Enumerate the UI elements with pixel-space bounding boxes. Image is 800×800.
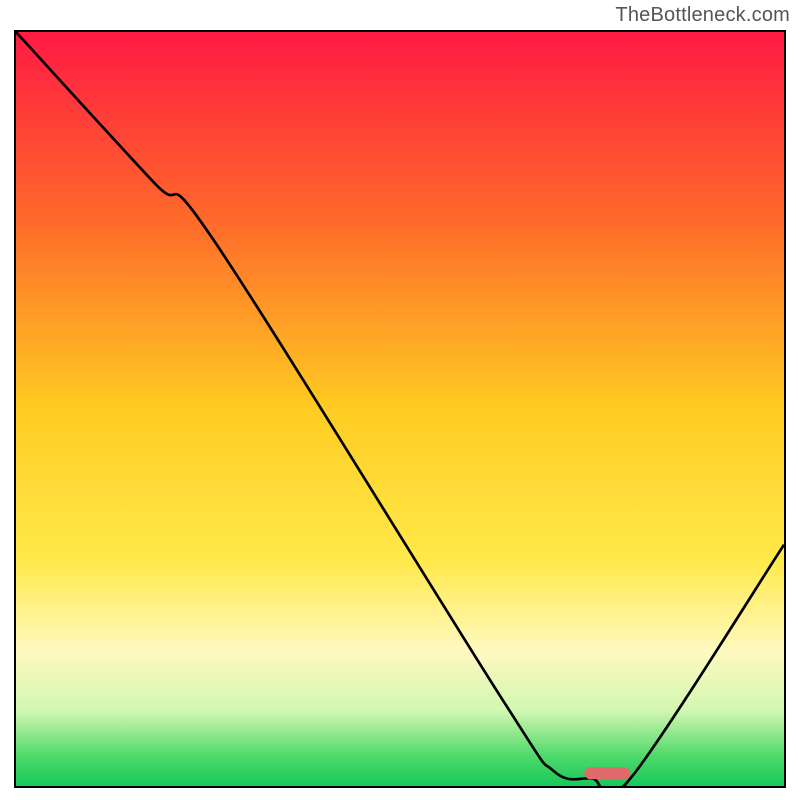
chart-container: TheBottleneck.com: [0, 0, 800, 800]
watermark-label: TheBottleneck.com: [615, 4, 790, 27]
plot-svg: [16, 32, 784, 786]
gradient-background: [16, 32, 784, 786]
optimal-marker: [584, 767, 630, 779]
plot-frame: [14, 30, 786, 788]
